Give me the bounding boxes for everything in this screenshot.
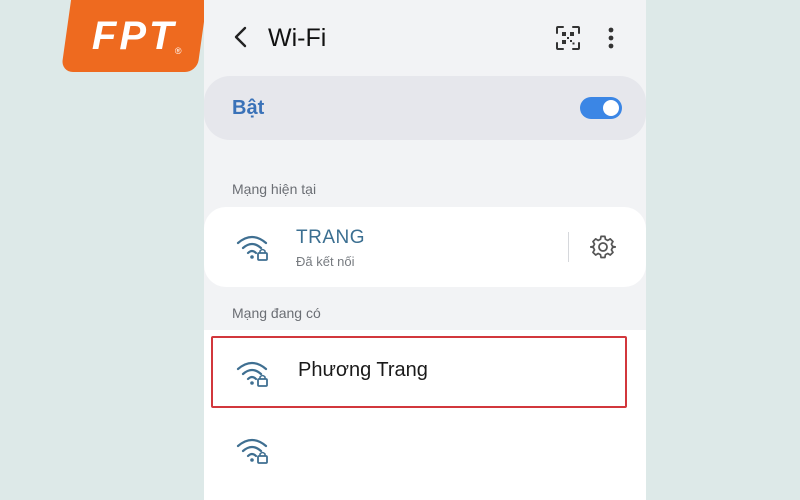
chevron-left-icon [234,26,247,48]
wifi-lock-icon [236,361,268,387]
network-name: Phương Trang [298,359,428,381]
vertical-divider [568,232,569,262]
toggle-knob [603,100,619,116]
more-vertical-icon [608,27,614,49]
page-title: Wi-Fi [268,24,327,52]
phone-screen: Wi-Fi Bật Mạng hiện tại TRANG Đã kết nối… [204,0,646,500]
current-network-row[interactable]: TRANG Đã kết nối [204,207,646,287]
qr-scan-button[interactable] [555,25,581,51]
current-network-name: TRANG [296,227,365,248]
qr-scan-icon [556,26,580,50]
available-networks-section-label: Mạng đang có [232,305,321,321]
fpt-logo: FPT ® [60,0,208,72]
more-options-button[interactable] [601,25,621,51]
wifi-toggle-switch[interactable] [580,97,622,119]
wifi-toggle-card[interactable]: Bật [204,76,646,140]
network-row-phuong-trang[interactable]: Phương Trang [204,335,646,410]
current-network-status: Đã kết nối [296,254,355,269]
logo-registered-mark: ® [175,46,182,56]
back-button[interactable] [226,22,256,52]
top-app-bar: Wi-Fi [204,0,646,76]
current-network-section-label: Mạng hiện tại [232,181,317,197]
wifi-lock-icon [236,438,268,464]
wifi-lock-icon [236,235,268,261]
gear-icon [589,235,617,259]
network-row[interactable] [204,415,646,490]
available-networks-list: Phương Trang [204,330,646,500]
wifi-toggle-label: Bật [232,97,265,119]
network-settings-button[interactable] [589,234,617,260]
logo-text: FPT [91,13,177,58]
